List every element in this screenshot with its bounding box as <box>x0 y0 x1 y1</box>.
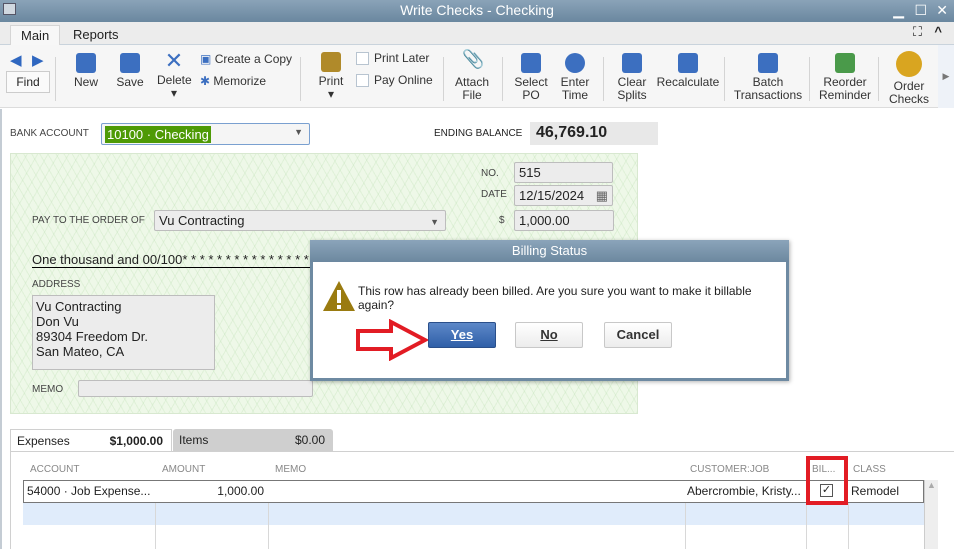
order-checks-button[interactable]: Order Checks <box>886 51 932 106</box>
cancel-button[interactable]: Cancel <box>604 322 672 348</box>
payee-select[interactable]: Vu Contracting ▼ <box>154 210 446 231</box>
date-label: DATE <box>481 189 507 200</box>
calendar-icon[interactable]: ▦ <box>596 187 608 205</box>
billable-highlight-box <box>806 456 848 505</box>
calculator-icon <box>678 53 698 73</box>
table-row[interactable]: 54000 · Job Expense... 1,000.00 Abercrom… <box>23 480 924 503</box>
tab-items[interactable]: Items $0.00 <box>173 429 333 451</box>
bank-account-label: BANK ACCOUNT <box>10 128 89 139</box>
stopwatch-icon <box>565 53 585 73</box>
payee-label: PAY TO THE ORDER OF <box>32 215 145 226</box>
billing-status-dialog: Billing Status This row has already been… <box>310 240 789 381</box>
select-po-button[interactable]: Select PO <box>512 53 550 102</box>
toolbar: ◀ ▶ Find New Save ✕ Delete ▾ ▣ Create a Co… <box>0 45 954 108</box>
attach-file-button[interactable]: 📎 Attach File <box>452 49 492 102</box>
create-copy-label: Create a Copy <box>214 52 293 66</box>
clear-splits-icon <box>622 53 642 73</box>
window-title: Write Checks - Checking <box>400 2 554 18</box>
header-amount[interactable]: AMOUNT <box>162 464 205 475</box>
title-bar: Write Checks - Checking ▁ ☐ ✕ <box>0 0 954 22</box>
memo-label: MEMO <box>32 384 64 395</box>
print-button[interactable]: Print ▾ <box>316 52 346 101</box>
header-customer-job[interactable]: CUSTOMER:JOB <box>690 464 769 475</box>
batch-icon <box>758 53 778 73</box>
table-scrollbar[interactable]: ▲ <box>924 480 938 549</box>
dropdown-arrow-icon: ▼ <box>294 127 303 137</box>
new-label: New <box>73 75 98 89</box>
minimize-icon[interactable]: ▁ <box>893 0 904 21</box>
no-button[interactable]: No <box>515 322 583 348</box>
paperclip-icon: 📎 <box>462 49 485 69</box>
delete-x-icon: ✕ <box>164 48 184 73</box>
ending-balance: 46,769.10 <box>530 122 658 145</box>
prev-arrow-icon[interactable]: ◀ <box>10 51 22 69</box>
check-no-label: NO. <box>481 168 499 179</box>
memorize-icon: ✱ <box>200 74 211 88</box>
printer-icon <box>321 52 341 72</box>
enter-time-button[interactable]: Enter Time <box>558 53 592 102</box>
po-icon <box>521 53 541 73</box>
reorder-icon <box>835 53 855 73</box>
delete-button[interactable]: ✕ Delete ▾ <box>157 48 192 100</box>
header-class[interactable]: CLASS <box>853 464 886 475</box>
amount-field[interactable]: 1,000.00 <box>514 210 614 231</box>
create-copy-button[interactable]: ▣ Create a Copy <box>200 53 292 66</box>
find-button[interactable]: Find <box>6 71 50 93</box>
close-icon[interactable]: ✕ <box>936 0 948 21</box>
ribbon-tabs: Main Reports ⛶ ^ <box>0 22 954 45</box>
tab-main[interactable]: Main <box>10 25 61 45</box>
delete-label: Delete <box>157 73 192 87</box>
header-memo[interactable]: MEMO <box>275 464 306 475</box>
memorize-button[interactable]: ✱ Memorize <box>200 75 266 88</box>
pay-online-label: Pay Online <box>374 73 433 87</box>
header-account[interactable]: ACCOUNT <box>30 464 79 475</box>
warning-icon <box>323 281 355 311</box>
memo-field[interactable] <box>78 380 313 397</box>
save-icon <box>120 53 140 73</box>
amount-in-words: One thousand and 00/100* * * * * * * * *… <box>32 252 322 268</box>
pay-online-checkbox[interactable]: Pay Online <box>356 73 433 88</box>
collapse-chevron-icon[interactable]: ^ <box>934 24 942 39</box>
expenses-table: 54000 · Job Expense... 1,000.00 Abercrom… <box>23 480 924 549</box>
tab-reports[interactable]: Reports <box>63 25 129 45</box>
date-field[interactable]: 12/15/2024 ▦ <box>514 185 613 206</box>
bank-account-select[interactable]: 10100 · Checking ▼ <box>101 123 310 145</box>
dialog-message: This row has already been billed. Are yo… <box>358 284 752 312</box>
print-later-checkbox[interactable]: Print Later <box>356 51 430 66</box>
batch-transactions-button[interactable]: Batch Transactions <box>732 53 804 102</box>
yes-button[interactable]: Yes <box>428 322 496 348</box>
new-button[interactable]: New <box>72 53 100 89</box>
reorder-reminder-button[interactable]: Reorder Reminder <box>816 53 874 102</box>
scroll-right-icon[interactable]: ▶ <box>938 45 954 108</box>
ending-balance-label: ENDING BALANCE <box>434 128 523 139</box>
print-later-label: Print Later <box>374 51 430 65</box>
clear-splits-button[interactable]: Clear Splits <box>614 53 650 102</box>
next-arrow-icon[interactable]: ▶ <box>32 51 44 69</box>
copy-icon: ▣ <box>200 52 212 66</box>
check-number-field[interactable]: 515 <box>514 162 613 183</box>
address-field[interactable]: Vu Contracting Don Vu 89304 Freedom Dr. San… <box>32 295 215 370</box>
dialog-title: Billing Status <box>310 240 789 262</box>
save-label: Save <box>116 75 144 89</box>
order-checks-icon <box>896 51 922 77</box>
red-arrow-annotation <box>356 319 429 361</box>
save-button[interactable]: Save <box>115 53 145 89</box>
print-label: Print <box>318 74 344 88</box>
tab-expenses[interactable]: Expenses $1,000.00 <box>10 429 172 451</box>
dollar-label: $ <box>499 215 505 226</box>
recalculate-button[interactable]: Recalculate <box>656 53 720 89</box>
maximize-icon[interactable]: ☐ <box>914 0 927 21</box>
memorize-label: Memorize <box>213 74 267 88</box>
new-icon <box>76 53 96 73</box>
address-label: ADDRESS <box>32 279 81 290</box>
system-menu-icon[interactable] <box>3 3 16 15</box>
dropdown-arrow-icon: ▼ <box>430 217 439 227</box>
expand-icon[interactable]: ⛶ <box>913 24 922 40</box>
